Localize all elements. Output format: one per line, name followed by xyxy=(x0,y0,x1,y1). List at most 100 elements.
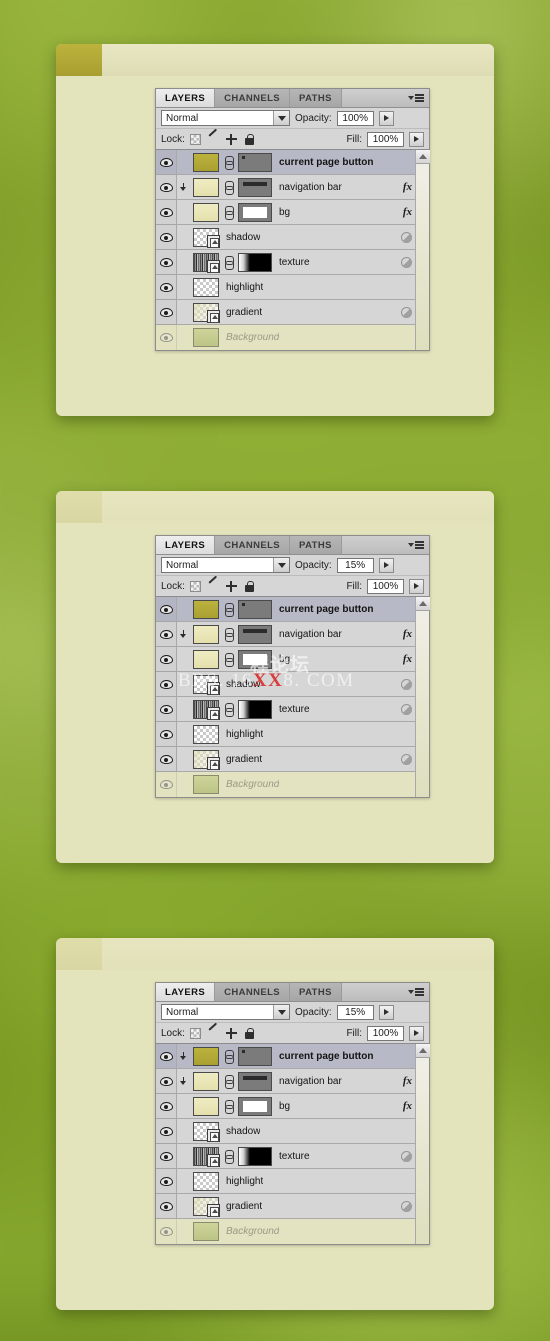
link-chain-icon[interactable] xyxy=(223,155,234,170)
panel-menu-button[interactable] xyxy=(405,983,429,1001)
link-chain-icon[interactable] xyxy=(223,1074,234,1089)
link-chain-icon[interactable] xyxy=(223,205,234,220)
layer-visibility-toggle[interactable] xyxy=(156,1193,177,1219)
link-chain-icon[interactable] xyxy=(223,255,234,270)
table-row[interactable]: bg fx xyxy=(156,646,429,672)
table-row[interactable]: texture xyxy=(156,249,429,275)
layer-visibility-toggle[interactable] xyxy=(156,325,177,350)
fill-input[interactable]: 100% xyxy=(367,1025,404,1041)
lock-image-icon[interactable] xyxy=(208,1028,219,1039)
layer-visibility-toggle[interactable] xyxy=(156,174,177,200)
lock-position-icon[interactable] xyxy=(225,580,237,592)
tab-layers[interactable]: LAYERS xyxy=(156,536,216,554)
layer-visibility-toggle[interactable] xyxy=(156,224,177,250)
lock-all-icon[interactable] xyxy=(244,581,255,592)
adjustment-icon[interactable] xyxy=(401,306,412,318)
opacity-input[interactable]: 15% xyxy=(336,1004,374,1020)
fx-icon[interactable]: fx xyxy=(403,181,412,193)
scroll-up-arrow-icon[interactable] xyxy=(416,1044,430,1058)
opacity-stepper[interactable] xyxy=(378,1004,394,1020)
table-row[interactable]: highlight xyxy=(156,1168,429,1194)
link-chain-icon[interactable] xyxy=(223,1099,234,1114)
table-row[interactable]: gradient xyxy=(156,299,429,325)
adjustment-icon[interactable] xyxy=(401,678,412,690)
fx-icon[interactable]: fx xyxy=(403,1075,412,1087)
layer-visibility-toggle[interactable] xyxy=(156,1093,177,1119)
link-chain-icon[interactable] xyxy=(223,652,234,667)
link-chain-icon[interactable] xyxy=(223,627,234,642)
current-page-button[interactable] xyxy=(56,938,102,970)
layer-visibility-toggle[interactable] xyxy=(156,696,177,722)
table-row[interactable]: bg fx xyxy=(156,1093,429,1119)
table-row[interactable]: bg fx xyxy=(156,199,429,225)
layer-list-scrollbar[interactable] xyxy=(415,597,430,797)
fill-stepper[interactable] xyxy=(409,578,424,594)
fill-stepper[interactable] xyxy=(409,131,424,147)
link-chain-icon[interactable] xyxy=(223,702,234,717)
layer-visibility-toggle[interactable] xyxy=(156,1168,177,1194)
table-row[interactable]: Background xyxy=(156,325,429,350)
layer-list-scrollbar[interactable] xyxy=(415,1044,430,1244)
fx-icon[interactable]: fx xyxy=(403,206,412,218)
table-row[interactable]: shadow xyxy=(156,224,429,250)
lock-position-icon[interactable] xyxy=(225,1027,237,1039)
current-page-button[interactable] xyxy=(56,44,102,76)
blend-mode-select[interactable]: Normal xyxy=(161,557,290,573)
tab-channels[interactable]: CHANNELS xyxy=(215,536,291,554)
tab-channels[interactable]: CHANNELS xyxy=(215,983,291,1001)
fx-icon[interactable]: fx xyxy=(403,653,412,665)
layer-visibility-toggle[interactable] xyxy=(156,1068,177,1094)
table-row[interactable]: current page button xyxy=(156,1043,429,1069)
layer-visibility-toggle[interactable] xyxy=(156,646,177,672)
layer-visibility-toggle[interactable] xyxy=(156,746,177,772)
table-row[interactable]: gradient xyxy=(156,1193,429,1219)
lock-transparency-icon[interactable] xyxy=(189,580,201,592)
layer-visibility-toggle[interactable] xyxy=(156,249,177,275)
tab-paths[interactable]: PATHS xyxy=(290,89,342,107)
table-row[interactable]: Background xyxy=(156,1219,429,1244)
table-row[interactable]: navigation bar fx xyxy=(156,174,429,200)
fill-stepper[interactable] xyxy=(409,1025,424,1041)
layer-visibility-toggle[interactable] xyxy=(156,1043,177,1069)
opacity-stepper[interactable] xyxy=(378,557,394,573)
adjustment-icon[interactable] xyxy=(401,1200,412,1212)
fx-icon[interactable]: fx xyxy=(403,628,412,640)
table-row[interactable]: current page button xyxy=(156,596,429,622)
adjustment-icon[interactable] xyxy=(401,1150,412,1162)
scroll-up-arrow-icon[interactable] xyxy=(416,597,430,611)
tab-layers[interactable]: LAYERS xyxy=(156,89,216,107)
layer-visibility-toggle[interactable] xyxy=(156,671,177,697)
lock-transparency-icon[interactable] xyxy=(189,133,201,145)
lock-transparency-icon[interactable] xyxy=(189,1027,201,1039)
layer-visibility-toggle[interactable] xyxy=(156,596,177,622)
link-chain-icon[interactable] xyxy=(223,1149,234,1164)
opacity-input[interactable]: 100% xyxy=(336,110,374,126)
fill-input[interactable]: 100% xyxy=(367,578,404,594)
layer-visibility-toggle[interactable] xyxy=(156,199,177,225)
layer-visibility-toggle[interactable] xyxy=(156,1143,177,1169)
adjustment-icon[interactable] xyxy=(401,256,412,268)
table-row[interactable]: texture xyxy=(156,696,429,722)
scroll-up-arrow-icon[interactable] xyxy=(416,150,430,164)
layer-visibility-toggle[interactable] xyxy=(156,299,177,325)
lock-image-icon[interactable] xyxy=(208,581,219,592)
opacity-stepper[interactable] xyxy=(378,110,394,126)
current-page-button[interactable] xyxy=(56,491,102,523)
lock-position-icon[interactable] xyxy=(225,133,237,145)
table-row[interactable]: navigation bar fx xyxy=(156,1068,429,1094)
table-row[interactable]: highlight xyxy=(156,721,429,747)
layer-visibility-toggle[interactable] xyxy=(156,721,177,747)
layer-list-scrollbar[interactable] xyxy=(415,150,430,350)
link-chain-icon[interactable] xyxy=(223,602,234,617)
layer-visibility-toggle[interactable] xyxy=(156,274,177,300)
adjustment-icon[interactable] xyxy=(401,753,412,765)
fx-icon[interactable]: fx xyxy=(403,1100,412,1112)
blend-mode-select[interactable]: Normal xyxy=(161,1004,290,1020)
link-chain-icon[interactable] xyxy=(223,180,234,195)
layer-visibility-toggle[interactable] xyxy=(156,1219,177,1244)
tab-channels[interactable]: CHANNELS xyxy=(215,89,291,107)
table-row[interactable]: highlight xyxy=(156,274,429,300)
blend-mode-select[interactable]: Normal xyxy=(161,110,290,126)
layer-visibility-toggle[interactable] xyxy=(156,1118,177,1144)
layer-visibility-toggle[interactable] xyxy=(156,621,177,647)
